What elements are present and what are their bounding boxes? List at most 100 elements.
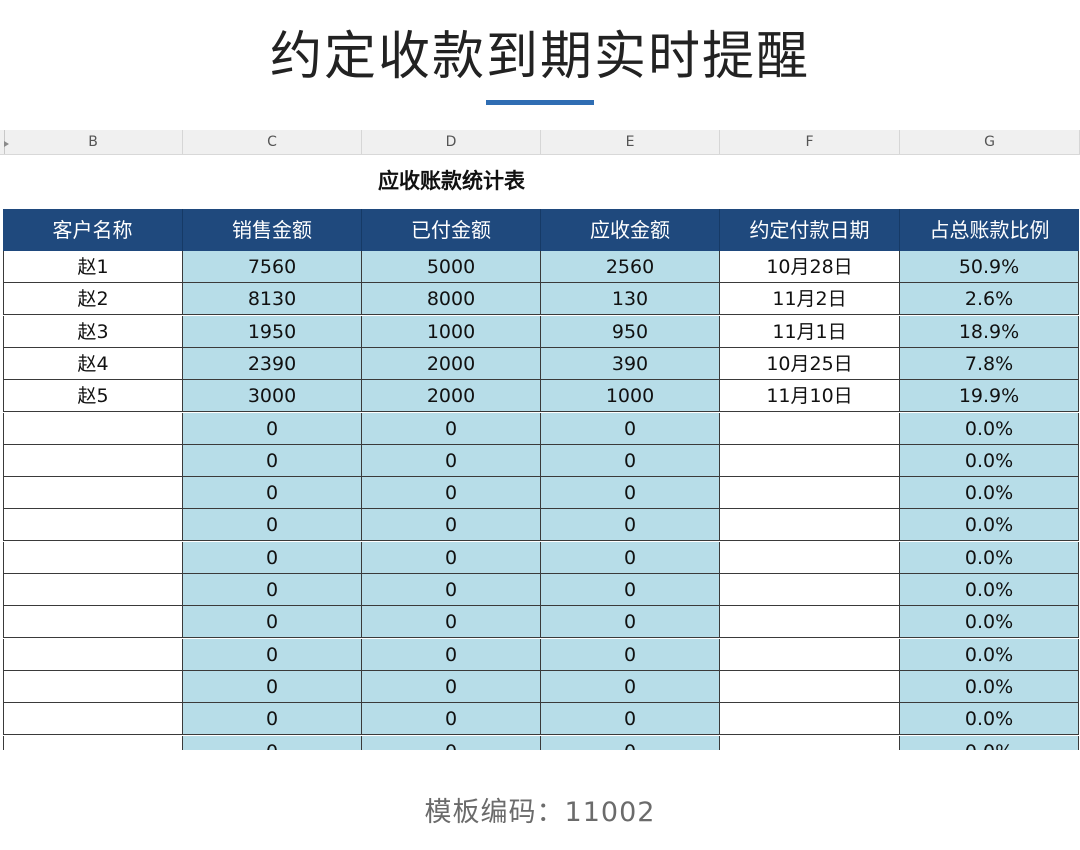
header-paid-amount[interactable]: 已付金额 <box>362 209 541 251</box>
cell-customer-name[interactable]: 赵4 <box>3 347 183 380</box>
cell-receivable-amount[interactable]: 0 <box>541 606 720 639</box>
cell-paid-amount[interactable]: 0 <box>362 477 541 510</box>
cell-sales-amount[interactable]: 0 <box>183 509 362 542</box>
cell-paid-amount[interactable]: 1000 <box>362 315 541 348</box>
cell-due-date[interactable]: 11月2日 <box>720 283 900 316</box>
cell-paid-amount[interactable]: 0 <box>362 670 541 703</box>
header-receivable-amount[interactable]: 应收金额 <box>541 209 720 251</box>
cell-sales-amount[interactable]: 0 <box>183 638 362 671</box>
cell-ratio[interactable]: 0.0% <box>900 412 1079 445</box>
cell-paid-amount[interactable]: 2000 <box>362 347 541 380</box>
cell-sales-amount[interactable]: 3000 <box>183 380 362 413</box>
cell-due-date[interactable] <box>720 670 900 703</box>
cell-customer-name[interactable] <box>3 703 183 736</box>
cell-sales-amount[interactable]: 0 <box>183 412 362 445</box>
cell-sales-amount[interactable]: 0 <box>183 477 362 510</box>
cell-ratio[interactable]: 0.0% <box>900 541 1079 574</box>
cell-customer-name[interactable] <box>3 735 183 750</box>
cell-due-date[interactable] <box>720 412 900 445</box>
column-header-f[interactable]: F <box>720 130 900 154</box>
column-header-e[interactable]: E <box>541 130 720 154</box>
cell-paid-amount[interactable]: 0 <box>362 444 541 477</box>
cell-paid-amount[interactable]: 8000 <box>362 283 541 316</box>
header-ratio[interactable]: 占总账款比例 <box>900 209 1079 251</box>
cell-ratio[interactable]: 0.0% <box>900 477 1079 510</box>
cell-receivable-amount[interactable]: 0 <box>541 541 720 574</box>
cell-sales-amount[interactable]: 0 <box>183 703 362 736</box>
cell-receivable-amount[interactable]: 0 <box>541 477 720 510</box>
cell-due-date[interactable]: 10月25日 <box>720 347 900 380</box>
cell-paid-amount[interactable]: 0 <box>362 509 541 542</box>
cell-customer-name[interactable] <box>3 606 183 639</box>
cell-paid-amount[interactable]: 0 <box>362 412 541 445</box>
cell-customer-name[interactable] <box>3 670 183 703</box>
cell-sales-amount[interactable]: 0 <box>183 444 362 477</box>
cell-paid-amount[interactable]: 0 <box>362 735 541 750</box>
cell-due-date[interactable] <box>720 477 900 510</box>
cell-sales-amount[interactable]: 7560 <box>183 251 362 283</box>
cell-sales-amount[interactable]: 0 <box>183 541 362 574</box>
cell-customer-name[interactable]: 赵1 <box>3 251 183 283</box>
cell-receivable-amount[interactable]: 0 <box>541 703 720 736</box>
cell-ratio[interactable]: 19.9% <box>900 380 1079 413</box>
cell-paid-amount[interactable]: 0 <box>362 606 541 639</box>
cell-customer-name[interactable] <box>3 509 183 542</box>
cell-sales-amount[interactable]: 0 <box>183 670 362 703</box>
cell-customer-name[interactable]: 赵2 <box>3 283 183 316</box>
cell-receivable-amount[interactable]: 0 <box>541 574 720 606</box>
cell-due-date[interactable] <box>720 574 900 606</box>
cell-receivable-amount[interactable]: 0 <box>541 412 720 445</box>
cell-customer-name[interactable] <box>3 444 183 477</box>
cell-paid-amount[interactable]: 5000 <box>362 251 541 283</box>
cell-ratio[interactable]: 50.9% <box>900 251 1079 283</box>
cell-receivable-amount[interactable]: 950 <box>541 315 720 348</box>
header-due-date[interactable]: 约定付款日期 <box>720 209 900 251</box>
cell-paid-amount[interactable]: 2000 <box>362 380 541 413</box>
cell-receivable-amount[interactable]: 0 <box>541 670 720 703</box>
cell-receivable-amount[interactable]: 130 <box>541 283 720 316</box>
cell-ratio[interactable]: 18.9% <box>900 315 1079 348</box>
cell-sales-amount[interactable]: 0 <box>183 574 362 606</box>
cell-due-date[interactable] <box>720 638 900 671</box>
cell-receivable-amount[interactable]: 2560 <box>541 251 720 283</box>
header-customer-name[interactable]: 客户名称 <box>3 209 183 251</box>
cell-paid-amount[interactable]: 0 <box>362 574 541 606</box>
cell-receivable-amount[interactable]: 1000 <box>541 380 720 413</box>
cell-customer-name[interactable]: 赵3 <box>3 315 183 348</box>
cell-customer-name[interactable] <box>3 574 183 606</box>
cell-paid-amount[interactable]: 0 <box>362 703 541 736</box>
cell-customer-name[interactable] <box>3 477 183 510</box>
cell-ratio[interactable]: 0.0% <box>900 735 1079 750</box>
cell-ratio[interactable]: 0.0% <box>900 444 1079 477</box>
cell-ratio[interactable]: 0.0% <box>900 703 1079 736</box>
cell-sales-amount[interactable]: 0 <box>183 606 362 639</box>
cell-due-date[interactable] <box>720 703 900 736</box>
cell-sales-amount[interactable]: 0 <box>183 735 362 750</box>
cell-ratio[interactable]: 2.6% <box>900 283 1079 316</box>
cell-due-date[interactable] <box>720 541 900 574</box>
column-header-d[interactable]: D <box>362 130 541 154</box>
cell-due-date[interactable]: 10月28日 <box>720 251 900 283</box>
cell-ratio[interactable]: 0.0% <box>900 606 1079 639</box>
cell-paid-amount[interactable]: 0 <box>362 638 541 671</box>
cell-ratio[interactable]: 0.0% <box>900 638 1079 671</box>
cell-sales-amount[interactable]: 8130 <box>183 283 362 316</box>
cell-ratio[interactable]: 0.0% <box>900 574 1079 606</box>
header-sales-amount[interactable]: 销售金额 <box>183 209 362 251</box>
cell-due-date[interactable] <box>720 509 900 542</box>
cell-ratio[interactable]: 0.0% <box>900 670 1079 703</box>
cell-paid-amount[interactable]: 0 <box>362 541 541 574</box>
cell-customer-name[interactable]: 赵5 <box>3 380 183 413</box>
cell-receivable-amount[interactable]: 0 <box>541 638 720 671</box>
cell-due-date[interactable] <box>720 444 900 477</box>
cell-receivable-amount[interactable]: 390 <box>541 347 720 380</box>
cell-sales-amount[interactable]: 1950 <box>183 315 362 348</box>
cell-due-date[interactable]: 11月10日 <box>720 380 900 413</box>
column-header-b[interactable]: B <box>4 130 183 154</box>
cell-customer-name[interactable] <box>3 412 183 445</box>
cell-customer-name[interactable] <box>3 638 183 671</box>
cell-receivable-amount[interactable]: 0 <box>541 509 720 542</box>
cell-customer-name[interactable] <box>3 541 183 574</box>
column-header-g[interactable]: G <box>900 130 1080 154</box>
cell-due-date[interactable]: 11月1日 <box>720 315 900 348</box>
